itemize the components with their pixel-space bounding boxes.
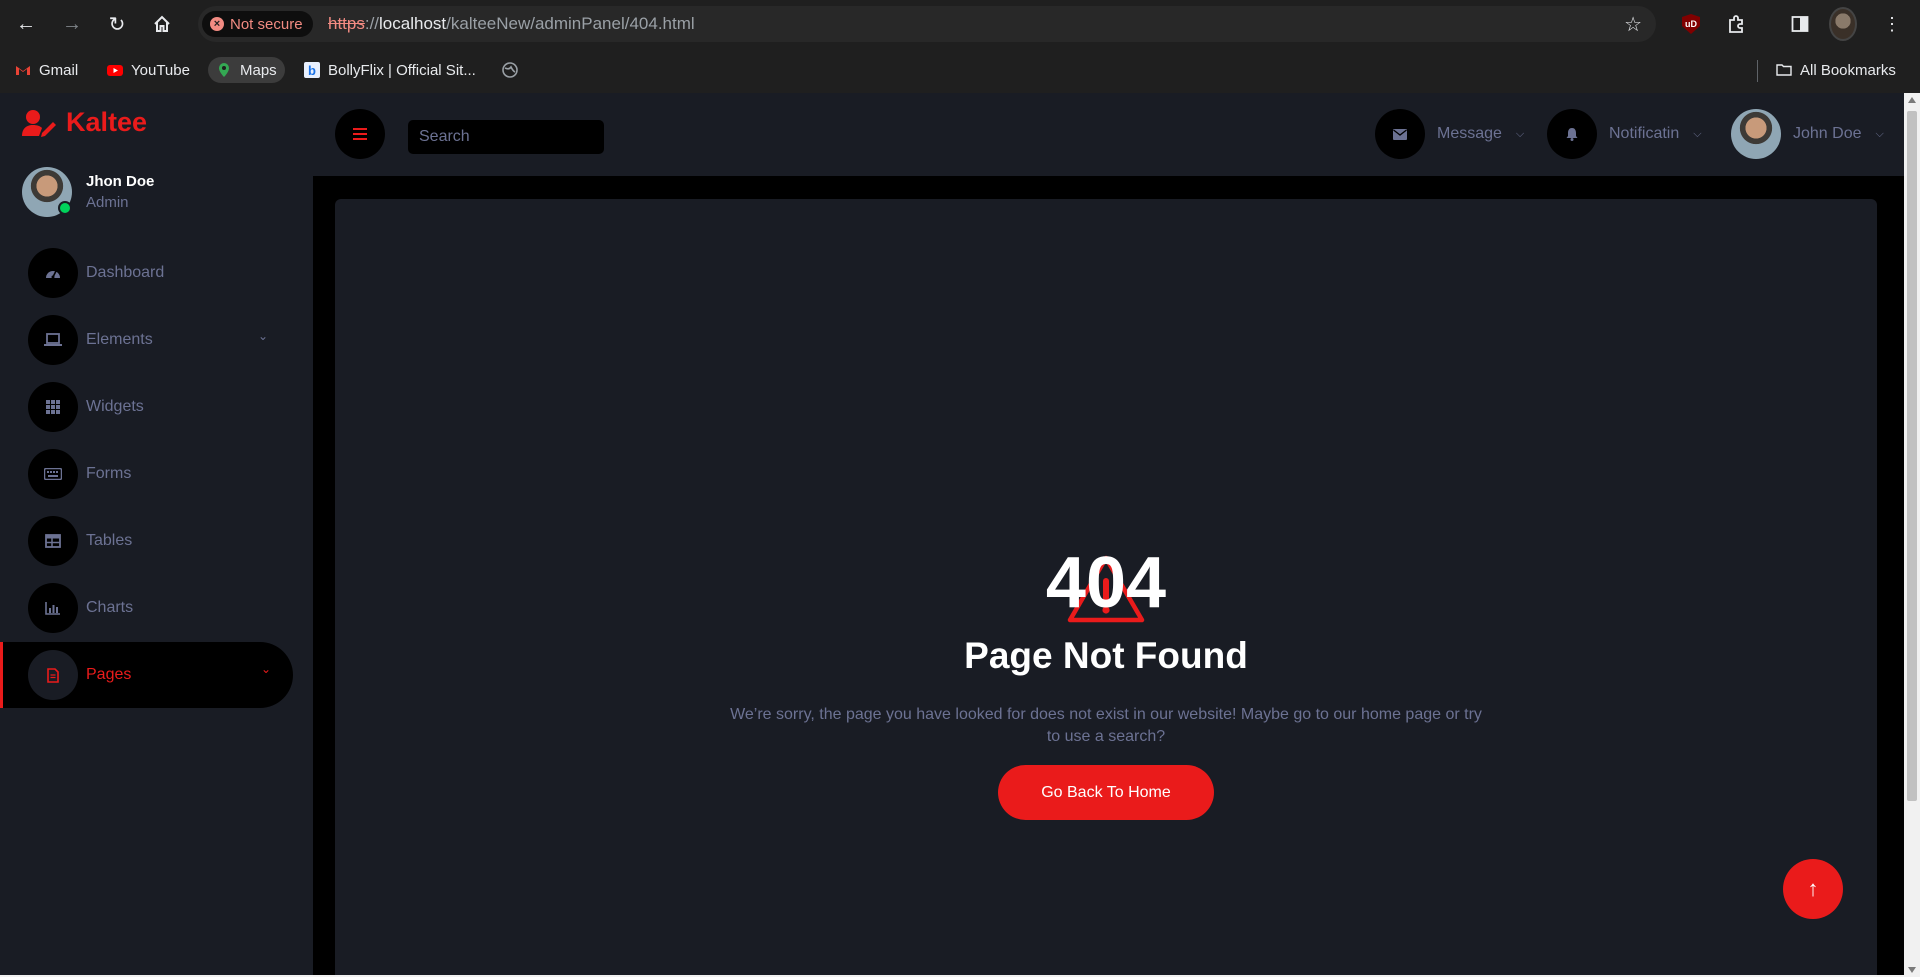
chevron-down-icon: ⌵ (1693, 128, 1701, 141)
bookmark-star-icon[interactable]: ☆ (1624, 12, 1642, 37)
bookmark-label: Gmail (39, 62, 78, 79)
laptop-icon (28, 315, 78, 365)
sidebar-item-elements[interactable]: Elements ⌄ (0, 307, 290, 373)
globe-icon (502, 62, 518, 78)
bookmarks-bar: Gmail YouTube Maps b BollyFlix | Officia… (0, 48, 1920, 93)
sidebar-item-label: Widgets (86, 398, 144, 416)
address-bar[interactable]: × Not secure https://localhost/kalteeNew… (198, 6, 1656, 42)
browser-toolbar: ← → ↻ × Not secure https://localhost/kal… (0, 0, 1920, 48)
sidebar-item-tables[interactable]: Tables (0, 508, 290, 574)
extensions-icon[interactable] (1722, 10, 1750, 38)
user-edit-icon (22, 109, 56, 137)
gmail-icon (15, 62, 31, 78)
notification-label: Notificatin (1609, 125, 1679, 143)
sidebar-item-dashboard[interactable]: Dashboard (0, 240, 290, 306)
chart-icon (28, 583, 78, 633)
chevron-down-icon: ⌄ (258, 329, 268, 343)
sidebar-item-label: Dashboard (86, 264, 164, 282)
file-icon (28, 650, 78, 700)
chevron-down-icon: ⌵ (1876, 128, 1884, 141)
page: Kaltee Jhon Doe Admin Dashboard Elements… (0, 93, 1904, 977)
avatar (22, 167, 72, 217)
sidebar-item-forms[interactable]: Forms (0, 441, 290, 507)
forward-icon[interactable]: → (58, 10, 86, 38)
bookmark-youtube[interactable]: YouTube (99, 57, 198, 83)
sidebar-item-label: Forms (86, 465, 131, 483)
bookmark-label: YouTube (131, 62, 190, 79)
sidebar-item-label: Tables (86, 532, 132, 550)
user-name-label: John Doe (1793, 125, 1862, 143)
bollyflix-icon: b (304, 62, 320, 78)
bookmark-globe[interactable] (494, 57, 526, 83)
menu-toggle-icon[interactable] (335, 109, 385, 159)
go-back-home-button[interactable]: Go Back To Home (998, 765, 1214, 820)
bookmark-label: Maps (240, 62, 277, 79)
security-chip[interactable]: × Not secure (202, 11, 313, 37)
top-navbar: Message ⌵ Notificatin ⌵ John Doe ⌵ (313, 93, 1904, 176)
url-path: /kalteeNew/adminPanel/404.html (446, 14, 695, 33)
avatar (1731, 109, 1781, 159)
brand-name: Kaltee (66, 107, 147, 138)
security-label: Not secure (230, 16, 303, 33)
maps-icon (216, 62, 232, 78)
url-scheme: https (328, 14, 365, 33)
ublock-icon[interactable]: uD (1677, 10, 1705, 38)
bookmarks-separator (1757, 60, 1758, 82)
sidebar-item-label: Pages (86, 666, 131, 684)
envelope-icon (1375, 109, 1425, 159)
error-code: 404 (335, 542, 1877, 624)
youtube-icon (107, 62, 123, 78)
profile-avatar[interactable] (1829, 10, 1857, 38)
sidebar-profile[interactable]: Jhon Doe Admin (22, 167, 154, 217)
online-status-dot (58, 201, 72, 215)
user-dropdown[interactable]: John Doe ⌵ (1731, 109, 1884, 159)
all-bookmarks[interactable]: All Bookmarks (1768, 57, 1904, 83)
keyboard-icon (28, 449, 78, 499)
grid-icon (28, 382, 78, 432)
bell-icon (1547, 109, 1597, 159)
scrollbar-thumb[interactable] (1907, 111, 1917, 801)
back-to-top-button[interactable]: ↑ (1783, 859, 1843, 919)
vertical-scrollbar[interactable] (1904, 93, 1920, 977)
url-text[interactable]: https://localhost/kalteeNew/adminPanel/4… (328, 14, 695, 34)
table-icon (28, 516, 78, 566)
sidebar-item-label: Charts (86, 599, 133, 617)
brand-logo[interactable]: Kaltee (22, 107, 147, 138)
sidebar-item-charts[interactable]: Charts (0, 575, 290, 641)
profile-name: Jhon Doe (86, 173, 154, 190)
profile-role: Admin (86, 194, 154, 211)
chevron-down-icon: ⌵ (1516, 128, 1524, 141)
message-dropdown[interactable]: Message ⌵ (1375, 109, 1524, 159)
sidebar-item-pages[interactable]: Pages ⌄ (0, 642, 293, 708)
bookmark-label: BollyFlix | Official Sit... (328, 62, 476, 79)
sidebar-item-widgets[interactable]: Widgets (0, 374, 290, 440)
dashboard-icon (28, 248, 78, 298)
arrow-up-icon: ↑ (1808, 876, 1819, 902)
side-panel-icon[interactable] (1786, 10, 1814, 38)
sidebar: Kaltee Jhon Doe Admin Dashboard Elements… (0, 93, 313, 977)
all-bookmarks-label: All Bookmarks (1800, 62, 1896, 79)
message-label: Message (1437, 125, 1502, 143)
back-icon[interactable]: ← (12, 10, 40, 38)
search-input[interactable] (408, 120, 604, 154)
bookmark-maps[interactable]: Maps (208, 57, 285, 83)
url-host: localhost (379, 14, 446, 33)
url-separator: :// (365, 14, 379, 33)
chevron-down-icon: ⌄ (261, 662, 271, 676)
home-icon[interactable] (148, 10, 176, 38)
sidebar-item-label: Elements (86, 331, 153, 349)
not-secure-icon: × (210, 17, 224, 31)
error-description: We’re sorry, the page you have looked fo… (726, 704, 1486, 748)
svg-text:b: b (308, 63, 316, 78)
error-card: 404 Page Not Found We’re sorry, the page… (335, 199, 1877, 977)
bookmark-gmail[interactable]: Gmail (7, 57, 86, 83)
notification-dropdown[interactable]: Notificatin ⌵ (1547, 109, 1702, 159)
scroll-down-arrow-icon[interactable] (1908, 967, 1916, 973)
folder-icon (1776, 62, 1792, 78)
browser-menu-icon[interactable]: ⋮ (1878, 10, 1906, 38)
scroll-up-arrow-icon[interactable] (1908, 97, 1916, 103)
page-title: Page Not Found (335, 635, 1877, 677)
reload-icon[interactable]: ↻ (103, 10, 131, 38)
bookmark-bollyflix[interactable]: b BollyFlix | Official Sit... (296, 57, 484, 83)
